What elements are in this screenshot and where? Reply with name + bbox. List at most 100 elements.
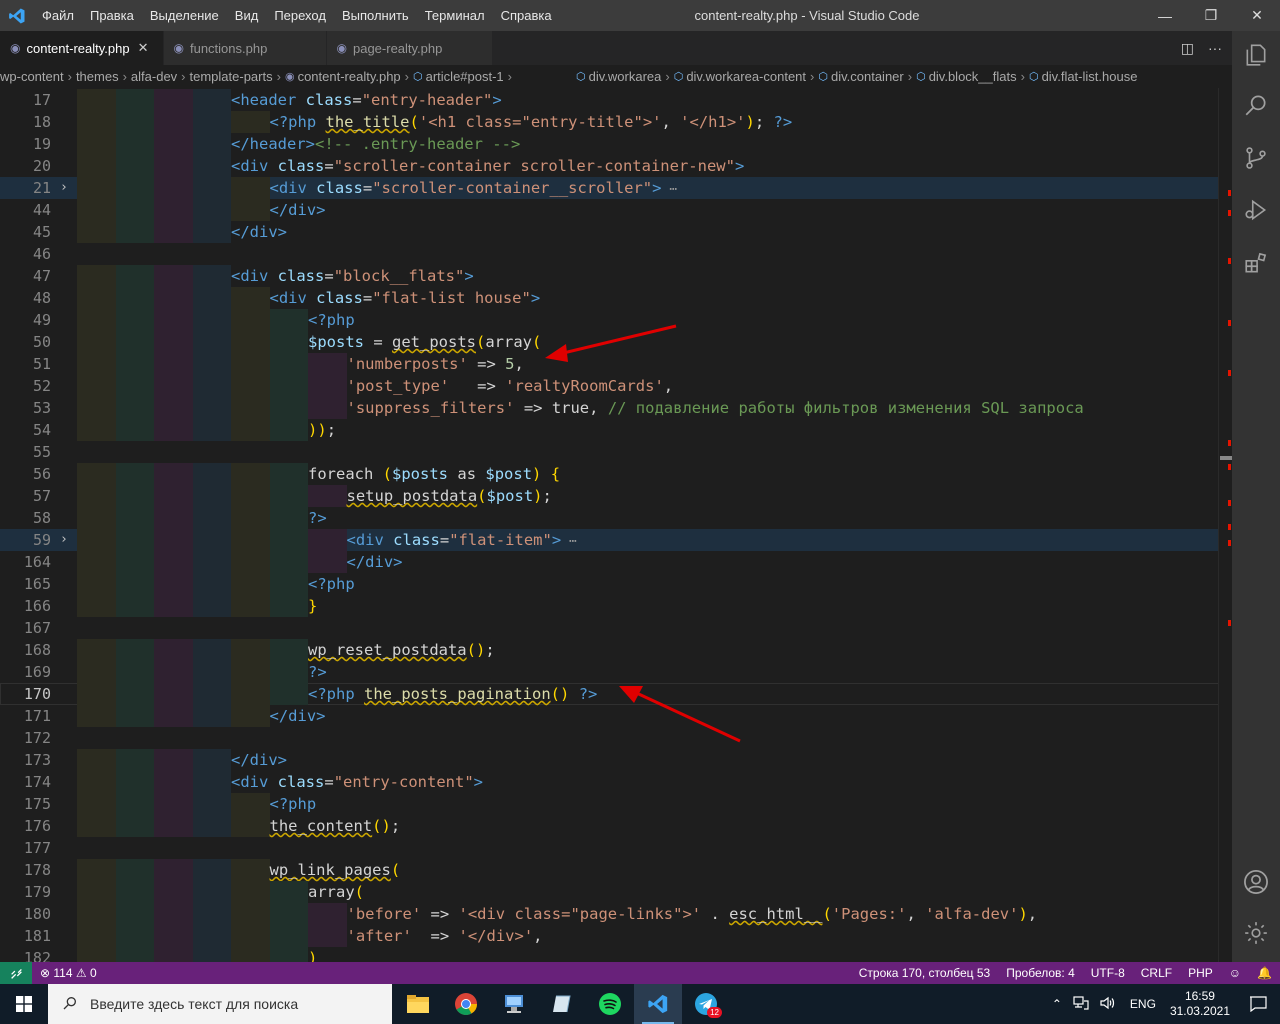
windows-start-icon[interactable] <box>0 984 48 1024</box>
code-line[interactable]: 165 <?php <box>0 573 1232 595</box>
telegram-icon[interactable]: 12 <box>682 984 730 1024</box>
vscode-taskbar-icon[interactable] <box>634 984 682 1024</box>
remote-icon[interactable] <box>0 962 32 984</box>
breadcrumb-item[interactable]: alfa-dev <box>131 69 177 84</box>
breadcrumb-item[interactable]: themes <box>76 69 119 84</box>
breadcrumb-item[interactable]: div.workarea <box>589 69 662 84</box>
code-line[interactable]: 179 array( <box>0 881 1232 903</box>
encoding[interactable]: UTF-8 <box>1083 966 1133 980</box>
breadcrumb-item[interactable]: wp-content <box>0 69 64 84</box>
language-mode[interactable]: PHP <box>1180 966 1221 980</box>
code-line[interactable]: 57 setup_postdata($post); <box>0 485 1232 507</box>
code-line[interactable]: 44 </div> <box>0 199 1232 221</box>
split-editor-icon[interactable]: ◫ <box>1181 40 1194 57</box>
menu-item[interactable]: Правка <box>82 0 142 31</box>
code-line[interactable]: 56 foreach ($posts as $post) { <box>0 463 1232 485</box>
notifications-bell-icon[interactable]: 🔔 <box>1249 966 1280 980</box>
breadcrumb-item[interactable]: div.container <box>831 69 904 84</box>
code-editor[interactable]: 17 <header class="entry-header"> 18 <?php t… <box>0 88 1232 962</box>
accounts-icon[interactable] <box>1232 858 1280 906</box>
code-line[interactable]: 51 'numberposts' => 5, <box>0 353 1232 375</box>
menu-item[interactable]: Файл <box>34 0 82 31</box>
code-line[interactable]: 176 the_content(); <box>0 815 1232 837</box>
code-line[interactable]: 18 <?php the_title('<h1 class="entry-titl… <box>0 111 1232 133</box>
chevron-up-icon[interactable]: ⌃ <box>1046 997 1068 1011</box>
code-line[interactable]: 50 $posts = get_posts(array( <box>0 331 1232 353</box>
breadcrumb-item[interactable]: article#post-1 <box>426 69 504 84</box>
code-line[interactable]: 17 <header class="entry-header"> <box>0 89 1232 111</box>
extensions-icon[interactable] <box>1232 239 1280 287</box>
breadcrumb-item[interactable]: div.flat-list.house <box>1042 69 1138 84</box>
code-line[interactable]: 49 <?php <box>0 309 1232 331</box>
code-line[interactable]: 48 <div class="flat-list house"> <box>0 287 1232 309</box>
explorer-icon[interactable] <box>1232 31 1280 79</box>
breadcrumb-item[interactable]: div.workarea-content <box>686 69 806 84</box>
code-line[interactable]: 53 'suppress_filters' => true, // подавле… <box>0 397 1232 419</box>
taskbar-search[interactable]: Введите здесь текст для поиска <box>48 984 392 1024</box>
code-line[interactable]: 166} <box>0 595 1232 617</box>
menu-item[interactable]: Вид <box>227 0 267 31</box>
close-window-icon[interactable]: ✕ <box>1234 0 1280 31</box>
code-line[interactable]: 167 <box>0 617 1232 639</box>
code-line[interactable]: 45 </div> <box>0 221 1232 243</box>
code-line[interactable]: 46 <box>0 243 1232 265</box>
overview-ruler[interactable] <box>1218 88 1233 962</box>
source-control-icon[interactable] <box>1232 134 1280 182</box>
code-line[interactable]: 174 <div class="entry-content"> <box>0 771 1232 793</box>
code-line[interactable]: 164 </div> <box>0 551 1232 573</box>
code-line[interactable]: 180 'before' => '<div class="page-links">… <box>0 903 1232 925</box>
notes-app-icon[interactable] <box>538 984 586 1024</box>
menu-item[interactable]: Выполнить <box>334 0 417 31</box>
code-line[interactable]: 175 <?php <box>0 793 1232 815</box>
breadcrumb-item[interactable]: template-parts <box>190 69 273 84</box>
clock[interactable]: 16:59 31.03.2021 <box>1164 989 1236 1019</box>
code-line[interactable]: 168 wp_reset_postdata(); <box>0 639 1232 661</box>
tab-functions[interactable]: ◉ functions.php <box>163 31 327 65</box>
menu-item[interactable]: Терминал <box>417 0 493 31</box>
code-line[interactable]: 55 <box>0 441 1232 463</box>
feedback-icon[interactable]: ☺ <box>1221 966 1249 980</box>
code-line[interactable]: 52 'post_type' => 'realtyRoomCards', <box>0 375 1232 397</box>
code-line[interactable]: 181 'after' => '</div>', <box>0 925 1232 947</box>
code-line[interactable]: 178 wp_link_pages( <box>0 859 1232 881</box>
input-language[interactable]: ENG <box>1122 997 1164 1011</box>
more-actions-icon[interactable]: ··· <box>1208 40 1222 56</box>
network-icon[interactable] <box>1068 995 1094 1013</box>
file-explorer-icon[interactable] <box>394 984 442 1024</box>
restore-icon[interactable]: ❐ <box>1188 0 1234 31</box>
code-line[interactable]: 59 › <div class="flat-item"> ⋯ <box>0 529 1232 551</box>
breadcrumb-item[interactable]: div.block__flats <box>929 69 1017 84</box>
minimize-icon[interactable]: — <box>1142 0 1188 31</box>
breadcrumb-item[interactable]: content-realty.php <box>298 69 401 84</box>
menu-item[interactable]: Выделение <box>142 0 227 31</box>
run-debug-icon[interactable] <box>1232 186 1280 234</box>
volume-icon[interactable] <box>1094 996 1122 1013</box>
fold-chevron-icon[interactable]: › <box>60 177 68 199</box>
close-tab-icon[interactable]: ✕ <box>138 40 149 56</box>
folded-ellipsis[interactable]: ⋯ <box>662 182 677 197</box>
code-line[interactable]: 170 <?php the_posts_pagination() ?> <box>0 683 1232 705</box>
code-line[interactable]: 47 <div class="block__flats"> <box>0 265 1232 287</box>
chrome-icon[interactable] <box>442 984 490 1024</box>
code-line[interactable]: 182) <box>0 947 1232 962</box>
indentation[interactable]: Пробелов: 4 <box>998 966 1083 980</box>
spotify-icon[interactable] <box>586 984 634 1024</box>
code-line[interactable]: 21 › <div class="scroller-container__scrol… <box>0 177 1232 199</box>
network-app-icon[interactable] <box>490 984 538 1024</box>
folded-ellipsis[interactable]: ⋯ <box>561 534 577 549</box>
code-line[interactable]: 177 <box>0 837 1232 859</box>
code-line[interactable]: 173 </div> <box>0 749 1232 771</box>
code-line[interactable]: 169 ?> <box>0 661 1232 683</box>
code-line[interactable]: 172 <box>0 727 1232 749</box>
code-line[interactable]: 171 </div> <box>0 705 1232 727</box>
search-icon[interactable] <box>1232 81 1280 129</box>
tab-page-realty[interactable]: ◉ page-realty.php <box>326 31 493 65</box>
problems-indicator[interactable]: ⊗ 114 ⚠ 0 <box>32 966 105 980</box>
code-line[interactable]: 19 </header><!-- .entry-header --> <box>0 133 1232 155</box>
end-of-line[interactable]: CRLF <box>1133 966 1180 980</box>
code-line[interactable]: 20 <div class="scroller-container scrolle… <box>0 155 1232 177</box>
fold-chevron-icon[interactable]: › <box>60 529 68 551</box>
menu-item[interactable]: Справка <box>493 0 560 31</box>
code-line[interactable]: 58 ?> <box>0 507 1232 529</box>
menu-item[interactable]: Переход <box>266 0 334 31</box>
